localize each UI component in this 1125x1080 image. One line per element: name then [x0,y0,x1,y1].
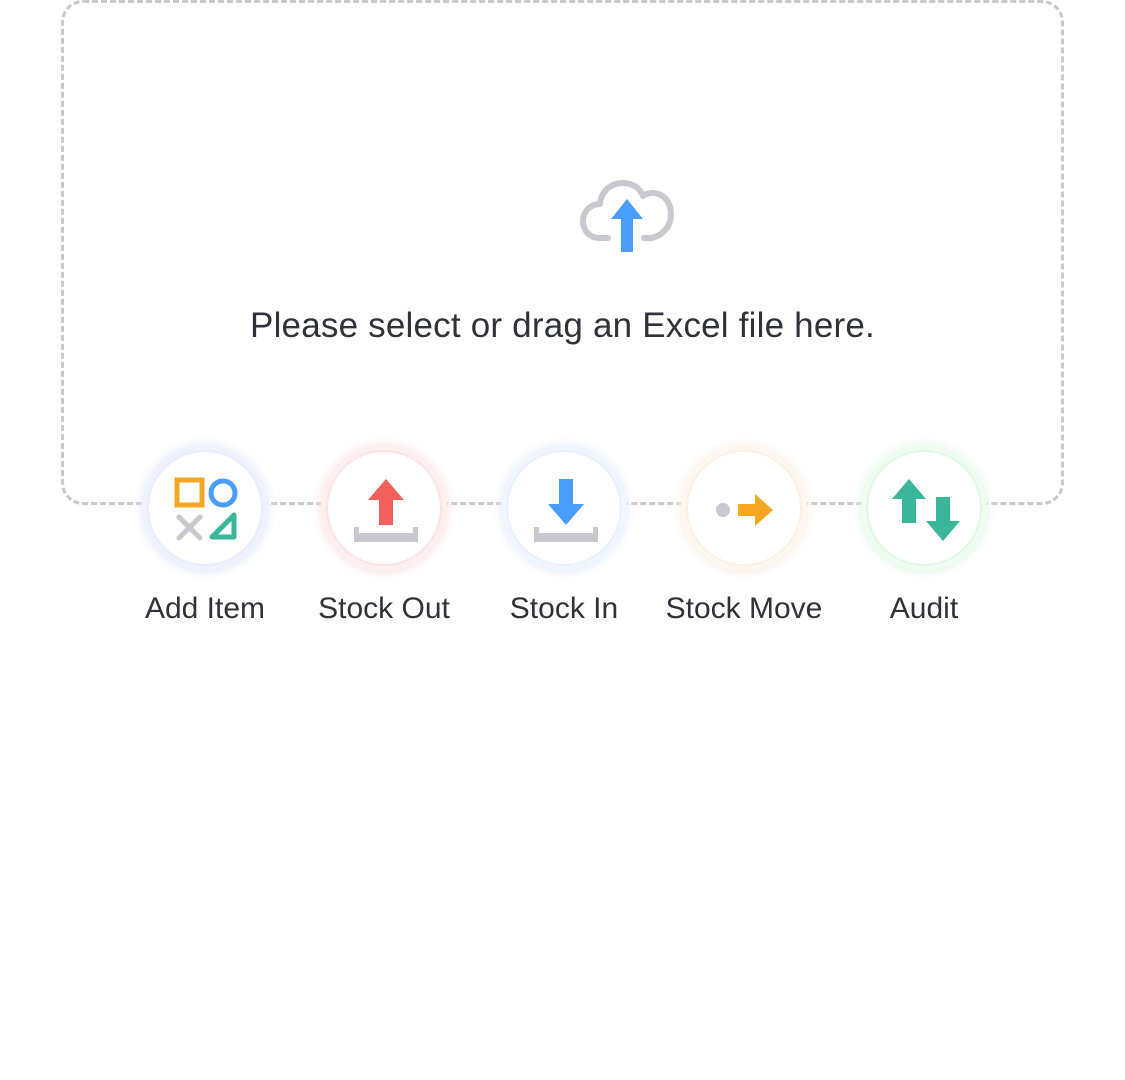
dropzone-hint: Please select or drag an Excel file here… [250,306,875,345]
stock-move-button[interactable]: Stock Move [654,448,834,638]
audit-arrows-icon [892,479,960,541]
stock-move-icon [716,494,773,526]
stock-in-icon [534,479,598,542]
stock-in-icon-circle [506,450,622,566]
audit-label: Audit [889,592,959,625]
stock-move-label: Stock Move [665,592,823,625]
excel-dropzone[interactable]: Please select or drag an Excel file here… [61,0,1064,505]
add-item-button[interactable]: Add Item [115,448,295,638]
stock-in-button[interactable]: Stock In [474,448,654,638]
stock-in-label: Stock In [509,592,619,625]
shapes-icon [174,477,238,541]
stock-move-icon-circle [686,450,802,566]
cloud-upload-icon [580,180,674,252]
stock-out-label: Stock Out [318,592,450,625]
audit-icon-circle [866,450,982,566]
audit-button[interactable]: Audit [834,448,1014,638]
stock-out-icon [354,479,418,542]
add-item-icon-circle [147,450,263,566]
stock-out-icon-circle [326,450,442,566]
stock-out-button[interactable]: Stock Out [294,448,474,638]
add-item-label: Add Item [144,592,266,625]
